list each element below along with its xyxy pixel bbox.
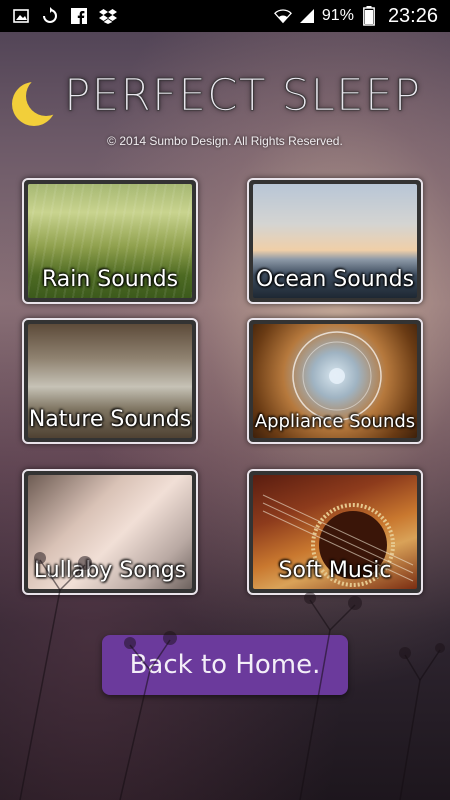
- dropbox-icon: [99, 7, 117, 25]
- battery-percent: 91%: [321, 7, 354, 24]
- sync-icon: [41, 7, 59, 25]
- image-icon: [12, 7, 30, 25]
- clock: 23:26: [387, 4, 438, 27]
- back-to-home-button[interactable]: Back to Home.: [102, 635, 348, 695]
- soft-music-tile[interactable]: Soft Music: [247, 469, 423, 595]
- battery-icon: [360, 6, 378, 26]
- status-bar: 91% 23:26: [0, 0, 450, 32]
- tile-label: Nature Sounds: [28, 407, 192, 432]
- app-title: PERFECT SLEEP: [64, 70, 422, 122]
- nature-sounds-tile[interactable]: Nature Sounds: [22, 318, 198, 444]
- app-header: PERFECT SLEEP © 2014 Sumbo Design. All R…: [0, 60, 450, 160]
- moon-icon: [10, 74, 56, 130]
- copyright-text: © 2014 Sumbo Design. All Rights Reserved…: [107, 134, 343, 148]
- tile-label: Rain Sounds: [41, 267, 179, 292]
- tile-label: Ocean Sounds: [255, 267, 415, 292]
- appliance-sounds-tile[interactable]: Appliance Sounds: [247, 318, 423, 444]
- ocean-sounds-tile[interactable]: Ocean Sounds: [247, 178, 423, 304]
- tile-label: Appliance Sounds: [254, 411, 416, 432]
- tile-label: Lullaby Songs: [33, 558, 187, 583]
- lullaby-songs-tile[interactable]: Lullaby Songs: [22, 469, 198, 595]
- facebook-icon: [70, 7, 88, 25]
- tile-label: Soft Music: [278, 558, 392, 583]
- wifi-icon: [273, 7, 292, 25]
- rain-sounds-tile[interactable]: Rain Sounds: [22, 178, 198, 304]
- signal-icon: [298, 7, 316, 25]
